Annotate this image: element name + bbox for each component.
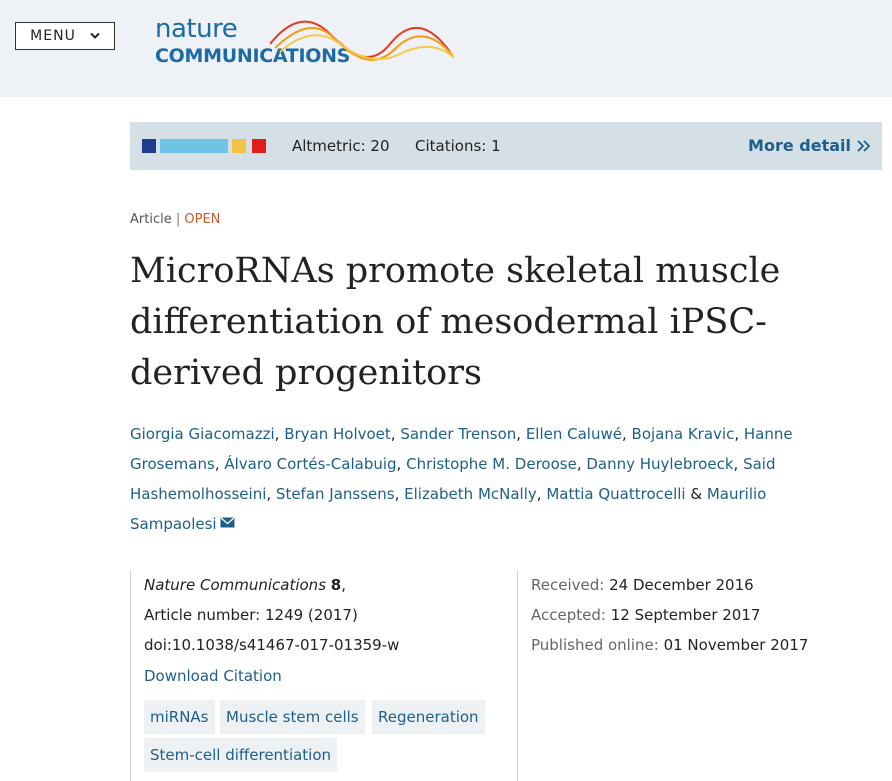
subject-tag-mirnas[interactable]: miRNAs (144, 700, 215, 734)
logo-wave-icon (270, 20, 455, 61)
author-separator: , (536, 485, 547, 503)
author-separator: , (214, 455, 225, 473)
accepted-label: Accepted: (531, 606, 606, 624)
chevron-down-icon (90, 32, 100, 39)
published-date-line: Published online: 01 November 2017 (531, 636, 808, 654)
article-dates: Received: 24 December 2016 Accepted: 12 … (517, 570, 878, 781)
author-link[interactable]: Stefan Janssens (276, 485, 395, 503)
journal-name: Nature Communications (144, 576, 327, 594)
published-date: 01 November 2017 (663, 636, 809, 654)
received-label: Received: (531, 576, 605, 594)
accepted-date: 12 September 2017 (610, 606, 761, 624)
article-type-line: Article | OPEN (130, 212, 220, 227)
article-title: MicroRNAs promote skeletal muscle differ… (130, 251, 781, 393)
author-separator: , (734, 425, 744, 443)
open-access-badge: OPEN (184, 212, 221, 227)
menu-label: MENU (30, 28, 76, 44)
author-link[interactable]: Elizabeth McNally (404, 485, 537, 503)
subject-tag-regeneration[interactable]: Regeneration (372, 700, 485, 734)
received-date-line: Received: 24 December 2016 (531, 576, 754, 594)
author-separator: , (621, 425, 632, 443)
author-link[interactable]: Sander Trenson (400, 425, 516, 443)
author-link[interactable]: Christophe M. Deroose (406, 455, 577, 473)
author-separator: , (394, 485, 405, 503)
author-link[interactable]: Álvaro Cortés-Calabuig (224, 455, 396, 473)
envelope-icon[interactable] (220, 517, 235, 528)
doi: doi:10.1038/s41467-017-01359-w (144, 636, 400, 654)
citation-count: Citations: 1 (415, 137, 501, 155)
metrics-bar: Altmetric: 20 Citations: 1 More detail (130, 122, 882, 170)
author-link[interactable]: Bojana Kravic (632, 425, 735, 443)
author-separator: , (576, 455, 587, 473)
volume-suffix: , (341, 576, 347, 594)
subject-tag-stem-cell-differentiation[interactable]: Stem-cell differentiation (144, 738, 338, 772)
author-separator: , (733, 455, 744, 473)
author-link[interactable]: Ellen Caluwé (526, 425, 622, 443)
published-label: Published online: (531, 636, 659, 654)
author-link[interactable]: Giorgia Giacomazzi (130, 425, 275, 443)
accepted-date-line: Accepted: 12 September 2017 (531, 606, 760, 624)
altmetric-score: Altmetric: 20 (292, 137, 390, 155)
altmetric-bar-icon[interactable] (142, 139, 268, 153)
site-header: MENU nature COMMUNICATIONS (0, 0, 892, 97)
journal-line: Nature Communications 8, (144, 576, 346, 594)
author-separator: & (685, 485, 707, 503)
article-number: Article number: 1249 (2017) (144, 606, 358, 624)
author-link[interactable]: Danny Huylebroeck (586, 455, 733, 473)
author-separator: , (274, 425, 285, 443)
author-separator: , (396, 455, 407, 473)
article-type-separator: | (175, 212, 181, 227)
received-date: 24 December 2016 (609, 576, 754, 594)
journal-volume: 8 (330, 576, 342, 594)
author-list: Giorgia Giacomazzi, Bryan Holvoet, Sande… (130, 419, 830, 539)
author-link[interactable]: Mattia Quattrocelli (546, 485, 685, 503)
author-separator: , (516, 425, 526, 443)
menu-button[interactable]: MENU (15, 22, 115, 50)
journal-logo[interactable]: nature COMMUNICATIONS (155, 14, 455, 70)
download-citation-link[interactable]: Download Citation (144, 667, 282, 685)
citation-info: Nature Communications 8, Article number:… (130, 570, 501, 781)
author-separator: , (266, 485, 276, 503)
logo-line1: nature (155, 14, 238, 44)
subject-tag-muscle-stem-cells[interactable]: Muscle stem cells (220, 700, 365, 734)
more-detail-link[interactable]: More detail (748, 136, 870, 155)
article-type: Article (130, 212, 172, 227)
author-link[interactable]: Bryan Holvoet (284, 425, 391, 443)
more-detail-label: More detail (748, 136, 851, 155)
double-chevron-right-icon (857, 139, 870, 152)
author-separator: , (390, 425, 401, 443)
